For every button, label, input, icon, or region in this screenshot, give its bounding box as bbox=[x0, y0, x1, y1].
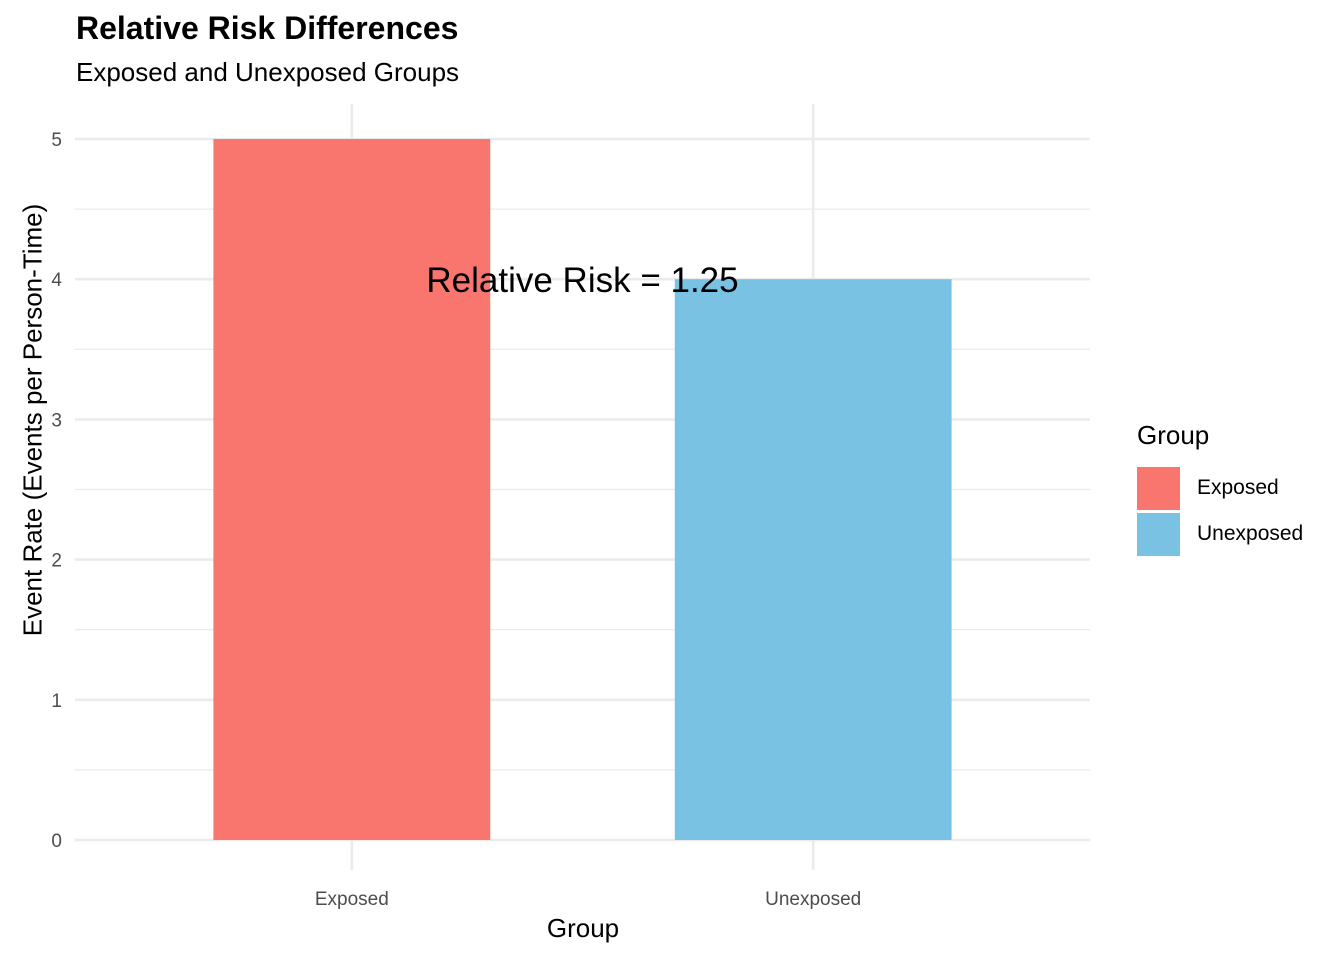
y-tick-label: 0 bbox=[51, 831, 62, 852]
relative-risk-annotation: Relative Risk = 1.25 bbox=[426, 261, 738, 300]
bar-unexposed bbox=[674, 279, 952, 840]
legend-label-unexposed: Unexposed bbox=[1197, 522, 1304, 545]
x-axis-label: Group bbox=[546, 913, 620, 943]
chart-title: Relative Risk Differences bbox=[76, 10, 459, 46]
y-axis-label: Event Rate (Events per Person-Time) bbox=[17, 203, 48, 637]
legend: Group Exposed Unexposed bbox=[1137, 420, 1303, 557]
chart-subtitle: Exposed and Unexposed Groups bbox=[76, 57, 460, 87]
y-tick-label: 4 bbox=[51, 270, 62, 291]
legend-title: Group bbox=[1137, 420, 1210, 450]
legend-key-unexposed bbox=[1137, 512, 1180, 556]
legend-item-unexposed: Unexposed bbox=[1137, 511, 1303, 557]
y-tick-label: 3 bbox=[51, 410, 62, 431]
y-tick-label: 2 bbox=[51, 551, 62, 572]
y-tick-label: 5 bbox=[51, 130, 62, 151]
legend-item-exposed: Exposed bbox=[1137, 465, 1303, 511]
legend-label-exposed: Exposed bbox=[1197, 476, 1279, 499]
y-tick-label: 1 bbox=[51, 691, 62, 712]
legend-key-exposed bbox=[1137, 466, 1180, 510]
x-tick-label: Unexposed bbox=[765, 889, 861, 910]
bar-exposed bbox=[213, 139, 491, 840]
x-tick-label: Exposed bbox=[315, 889, 389, 910]
